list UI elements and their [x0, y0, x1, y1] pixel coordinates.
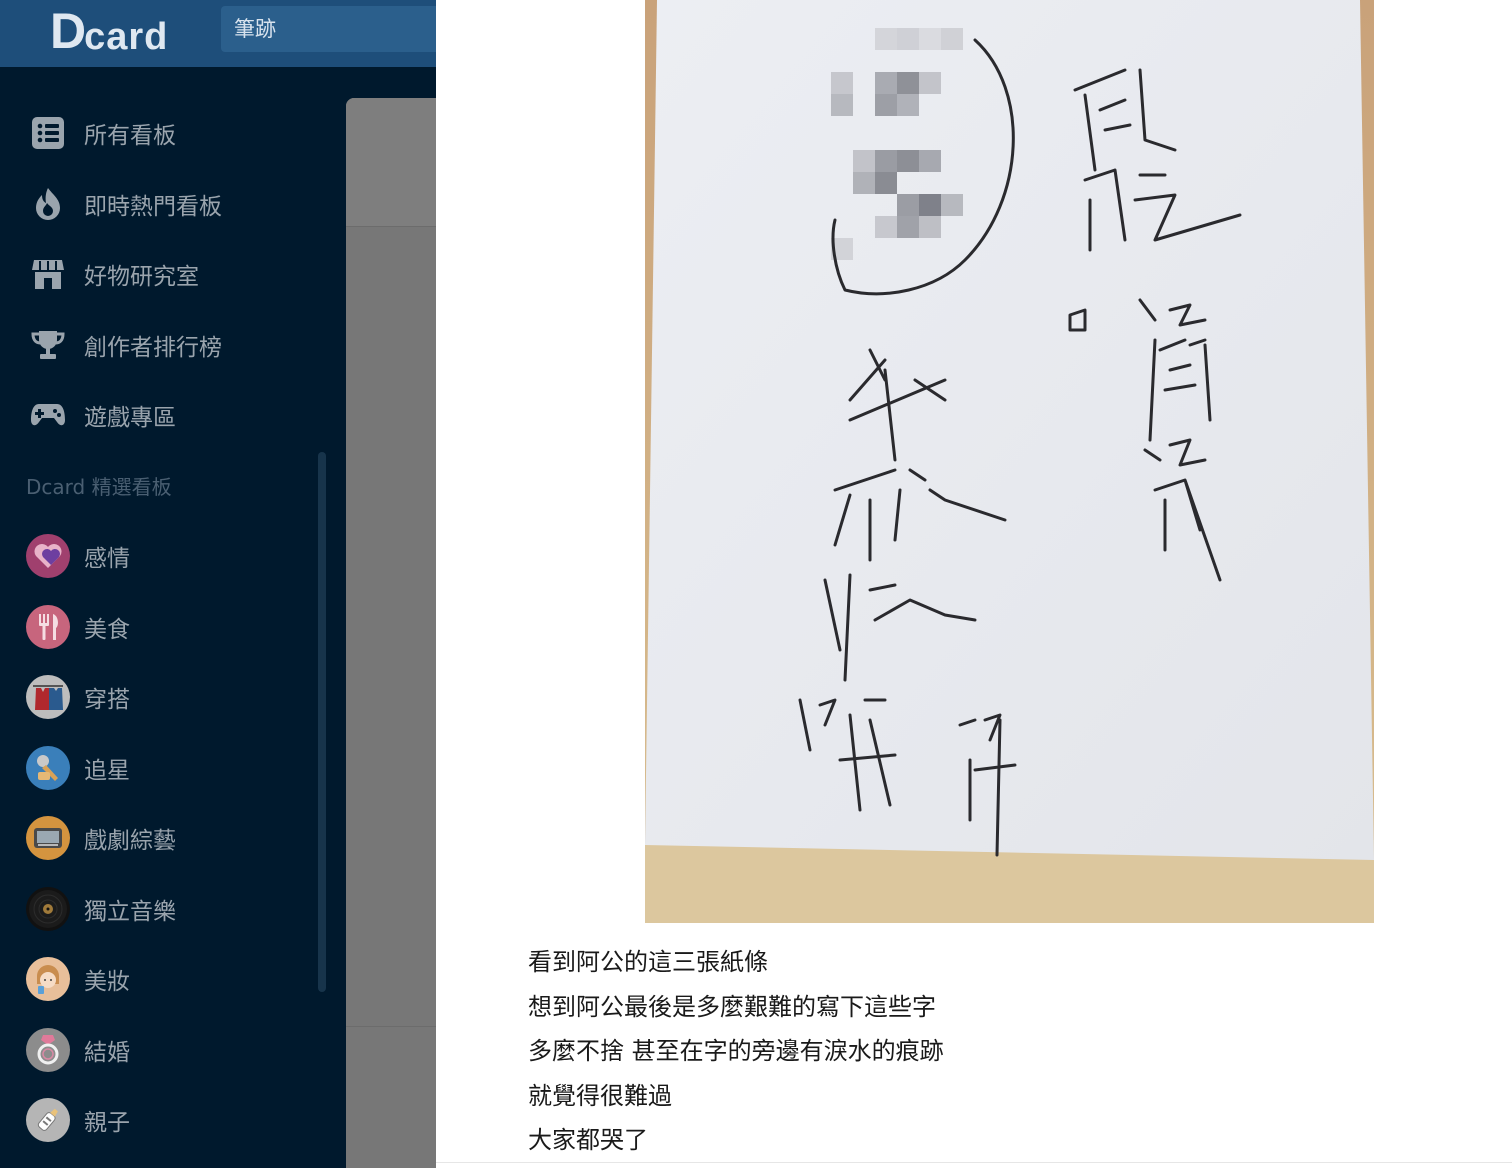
sidebar-board-food[interactable]: 美食: [0, 592, 346, 663]
sidebar-item-label: 追星: [84, 757, 130, 784]
post-text-line: 大家都哭了: [528, 1126, 648, 1154]
sidebar-item-label: 即時熱門看板: [84, 193, 222, 220]
sidebar-item-label: 獨立音樂: [84, 898, 176, 925]
sidebar-board-makeup[interactable]: 美妝: [0, 944, 346, 1015]
store-icon: [28, 254, 68, 294]
sidebar-item-label: 好物研究室: [84, 264, 199, 291]
sidebar-board-drama[interactable]: 戲劇綜藝: [0, 803, 346, 874]
sidebar-item-label: 穿搭: [84, 687, 130, 714]
vinyl-board-icon: [26, 886, 70, 931]
gamepad-icon: [28, 395, 68, 435]
app-sidebar: Dcard 筆跡 所有看板 即時熱門看板 好物研究室 創作者排行榜 遊戲專區 D…: [0, 0, 436, 1168]
sidebar-item-label: 感情: [84, 546, 130, 573]
heart-board-icon: [26, 534, 70, 579]
dimmed-feed-panel: [346, 98, 436, 1168]
sidebar-item-label: 遊戲專區: [84, 405, 176, 432]
bottle-board-icon: [26, 1098, 70, 1143]
post-body: 看到阿公的這三張紙條 想到阿公最後是多麼艱難的寫下這些字 多麼不捨 甚至在字的旁…: [528, 940, 1428, 1163]
microphone-board-icon: [26, 745, 70, 790]
dcard-logo[interactable]: Dcard: [50, 6, 168, 58]
makeup-board-icon: [26, 957, 70, 1002]
trophy-icon: [28, 325, 68, 365]
sidebar-item-label: 親子: [84, 1110, 130, 1137]
handwritten-note-photo[interactable]: [645, 0, 1374, 923]
sidebar-item-label: 創作者排行榜: [84, 334, 222, 361]
post-text-line: 多麼不捨 甚至在字的旁邊有淚水的痕跡: [528, 1037, 944, 1065]
featured-boards-title: Dcard 精選看板: [26, 475, 172, 500]
sidebar-item-product-lab[interactable]: 好物研究室: [0, 239, 346, 310]
post-text-line: 看到阿公的這三張紙條: [528, 948, 768, 976]
sidebar-item-all-boards[interactable]: 所有看板: [0, 98, 346, 169]
sidebar-board-idol[interactable]: 追星: [0, 733, 346, 804]
sidebar-board-love[interactable]: 感情: [0, 521, 346, 592]
sidebar-board-fashion[interactable]: 穿搭: [0, 662, 346, 733]
sidebar-nav: 所有看板 即時熱門看板 好物研究室 創作者排行榜 遊戲專區 Dcard 精選看板…: [0, 98, 346, 1156]
list-icon: [28, 113, 68, 153]
sidebar-board-wedding[interactable]: 結婚: [0, 1015, 346, 1086]
sidebar-board-indie-music[interactable]: 獨立音樂: [0, 874, 346, 945]
sidebar-item-trending-boards[interactable]: 即時熱門看板: [0, 169, 346, 240]
sidebar-item-creator-ranking[interactable]: 創作者排行榜: [0, 310, 346, 381]
sidebar-item-label: 美妝: [84, 969, 130, 996]
flame-icon: [28, 184, 68, 224]
sidebar-board-parenting[interactable]: 親子: [0, 1085, 346, 1156]
post-modal: 看到阿公的這三張紙條 想到阿公最後是多麼艱難的寫下這些字 多麼不捨 甚至在字的旁…: [436, 0, 1512, 1168]
sidebar-item-label: 美食: [84, 616, 130, 643]
sidebar-item-label: 結婚: [84, 1039, 130, 1066]
ring-board-icon: [26, 1027, 70, 1072]
utensils-board-icon: [26, 604, 70, 649]
post-text-line: 就覺得很難過: [528, 1081, 672, 1110]
post-text-line: 想到阿公最後是多麼艱難的寫下這些字: [528, 992, 936, 1021]
divider: [436, 1162, 1512, 1163]
search-input[interactable]: 筆跡: [221, 6, 436, 52]
sidebar-scrollbar[interactable]: [318, 452, 326, 992]
sidebar-item-games[interactable]: 遊戲專區: [0, 380, 346, 451]
tv-board-icon: [26, 816, 70, 861]
sidebar-item-label: 戲劇綜藝: [84, 828, 176, 855]
top-navbar: Dcard 筆跡: [0, 0, 436, 67]
sidebar-item-label: 所有看板: [84, 123, 176, 150]
clothes-board-icon: [26, 675, 70, 720]
